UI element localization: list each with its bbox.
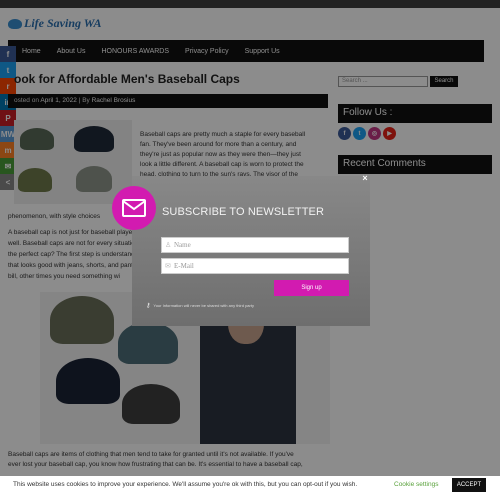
user-icon: ♙ [165,241,172,249]
cookie-bar [0,476,500,500]
close-icon[interactable]: × [360,173,370,183]
signup-button[interactable]: Sign up [274,280,349,296]
email-field[interactable]: ✉ E-Mail [161,258,349,274]
modal-heading: SUBSCRIBE TO NEWSLETTER [162,206,325,218]
cookie-text: This website uses cookies to improve you… [13,481,358,488]
key-icon: ⚷ [146,303,151,309]
privacy-note: ⚷ Your Information will never be shared … [146,302,254,309]
name-placeholder: Name [174,241,191,249]
cookie-accept-button[interactable]: ACCEPT [452,478,486,492]
top-bar [0,0,500,8]
mail-icon [112,186,156,230]
cookie-settings-link[interactable]: Cookie settings [394,481,438,488]
privacy-text: Your Information will never be shared wi… [153,303,254,308]
email-placeholder: E-Mail [174,262,194,270]
envelope-icon: ✉ [165,262,171,270]
name-field[interactable]: ♙ Name [161,237,349,253]
